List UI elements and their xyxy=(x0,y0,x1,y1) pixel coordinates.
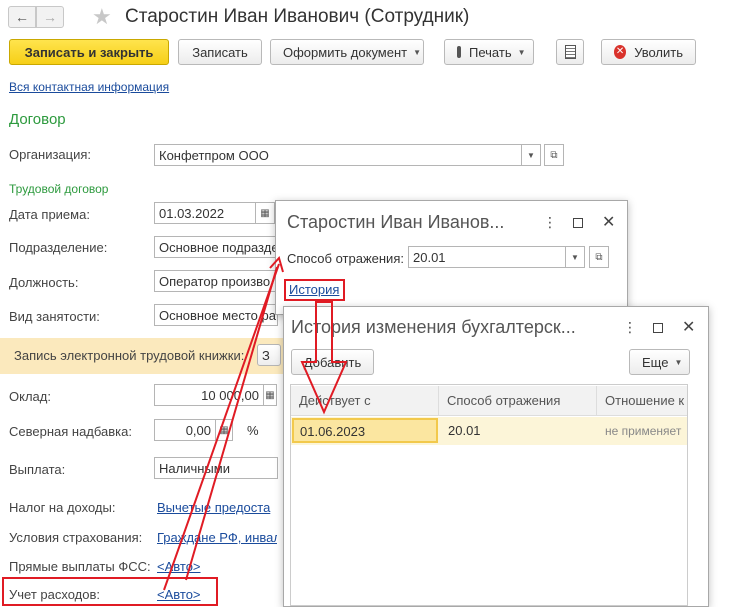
arrow-line-up-2 xyxy=(163,263,280,591)
arrow-down-shape xyxy=(300,301,348,415)
expense-highlight-box xyxy=(2,577,218,606)
history-highlight-box xyxy=(284,279,345,301)
annotation-overlay xyxy=(2,255,348,606)
arrow-line-up xyxy=(185,266,278,581)
